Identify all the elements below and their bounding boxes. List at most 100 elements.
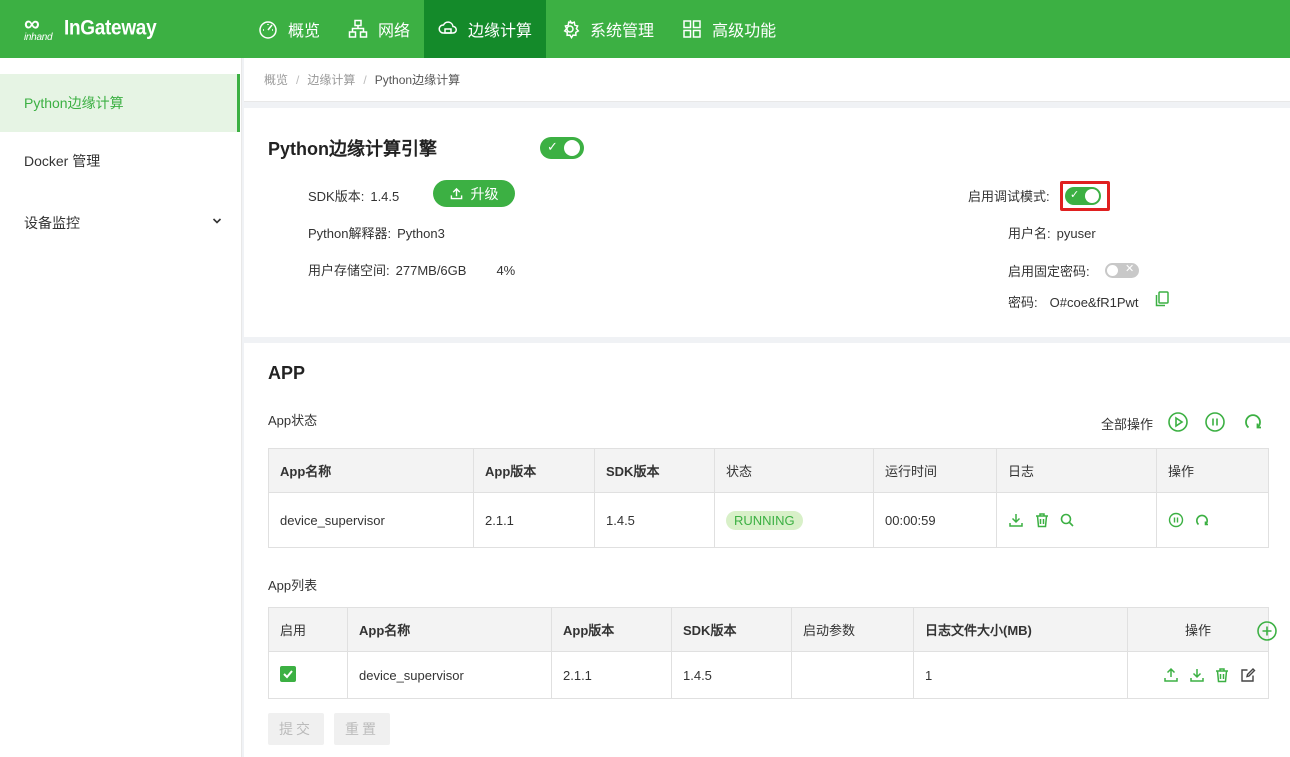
- operations-cell: [1127, 651, 1269, 699]
- restart-all-icon[interactable]: [1242, 411, 1264, 433]
- python-engine-card: Python边缘计算引擎 ✓ SDK版本: 1.4.5 升级 Python解释器:…: [244, 108, 1290, 337]
- breadcrumb-item-overview[interactable]: 概览: [264, 71, 288, 88]
- start-args-cell: [791, 651, 914, 699]
- nav-item-edge-computing[interactable]: 边缘计算: [424, 0, 547, 58]
- delete-log-icon[interactable]: [1034, 512, 1050, 528]
- col-app-version: App版本: [551, 607, 672, 652]
- col-sdk-version: SDK版本: [671, 607, 792, 652]
- sidebar-item-docker[interactable]: Docker 管理: [0, 132, 240, 190]
- col-operations: 操作: [1156, 448, 1269, 493]
- add-app-icon[interactable]: [1256, 620, 1278, 642]
- col-runtime: 运行时间: [873, 448, 997, 493]
- nav-item-overview[interactable]: 概览: [244, 0, 334, 58]
- col-app-name: App名称: [347, 607, 552, 652]
- fixed-password-toggle[interactable]: ✕: [1105, 263, 1139, 278]
- check-icon: ✓: [547, 139, 558, 154]
- col-app-version: App版本: [473, 448, 595, 493]
- gear-icon: [563, 20, 580, 39]
- storage-percent: 4%: [496, 263, 516, 278]
- inhand-logo-icon: ∞ inhand: [24, 11, 53, 44]
- runtime-cell: 00:00:59: [873, 492, 997, 548]
- debug-mode-toggle[interactable]: ✓: [1065, 187, 1101, 205]
- app-section-title: APP: [268, 363, 306, 383]
- engine-title: Python边缘计算引擎: [268, 139, 437, 159]
- nav-item-system-management[interactable]: 系统管理: [546, 0, 668, 58]
- download-app-icon[interactable]: [1189, 667, 1205, 683]
- app-status-table: App名称 App版本 SDK版本 状态 运行时间 日志 操作 device_s…: [268, 448, 1269, 548]
- operations-cell: [1156, 492, 1269, 548]
- python-interpreter: Python解释器: Python3: [308, 226, 445, 241]
- brand-name: InGateway: [64, 16, 157, 40]
- col-status: 状态: [714, 448, 874, 493]
- col-log-size: 日志文件大小(MB): [913, 607, 1128, 652]
- log-actions-cell: [996, 492, 1157, 548]
- breadcrumb: 概览 / 边缘计算 / Python边缘计算: [244, 58, 1290, 102]
- reset-button[interactable]: 重置: [334, 713, 390, 745]
- cloud-compute-icon: [438, 21, 457, 34]
- upload-icon: [450, 187, 462, 200]
- user-storage: 用户存储空间: 277MB/6GB 4%: [308, 263, 516, 278]
- all-operations-label: 全部操作: [1101, 417, 1154, 432]
- copy-icon[interactable]: [1155, 291, 1169, 307]
- pause-app-icon[interactable]: [1168, 512, 1184, 528]
- app-name-cell: device_supervisor: [268, 492, 474, 548]
- table-header-row: App名称 App版本 SDK版本 状态 运行时间 日志 操作: [268, 448, 1269, 493]
- app-status-title: App状态: [268, 413, 318, 428]
- status-badge: RUNNING: [726, 510, 803, 530]
- col-log: 日志: [996, 448, 1157, 493]
- table-row: device_supervisor 2.1.1 1.4.5 1: [268, 651, 1269, 699]
- edit-app-icon[interactable]: [1240, 667, 1256, 683]
- sidebar-item-device-monitor[interactable]: 设备监控: [0, 194, 240, 252]
- col-start-args: 启动参数: [791, 607, 914, 652]
- check-icon: ✓: [1070, 189, 1080, 201]
- app-list-title: App列表: [268, 578, 318, 593]
- breadcrumb-item-edge[interactable]: 边缘计算: [307, 71, 355, 88]
- toggle-knob: [564, 140, 580, 156]
- app-version-cell: 2.1.1: [551, 651, 672, 699]
- toggle-knob: [1107, 265, 1118, 276]
- main-nav: 概览 网络 边缘计算 系统管理 高级功能: [244, 0, 790, 58]
- app-card: APP App状态 全部操作 App名称 App版本 SDK版本 状态 运行时间…: [244, 343, 1290, 757]
- breadcrumb-item-current: Python边缘计算: [374, 73, 461, 87]
- engine-enable-toggle[interactable]: ✓: [540, 137, 584, 159]
- nav-item-network[interactable]: 网络: [334, 0, 424, 58]
- enable-checkbox[interactable]: [280, 665, 296, 682]
- sdk-version: SDK版本: 1.4.5: [308, 189, 400, 204]
- col-operations: 操作: [1127, 607, 1269, 652]
- sdk-version-cell: 1.4.5: [594, 492, 715, 548]
- delete-app-icon[interactable]: [1214, 667, 1230, 683]
- app-version-cell: 2.1.1: [473, 492, 595, 548]
- password: 密码: O#coe&fR1Pwt: [1008, 295, 1139, 310]
- col-sdk-version: SDK版本: [594, 448, 715, 493]
- download-log-icon[interactable]: [1008, 512, 1024, 528]
- fixed-password-label: 启用固定密码:: [1008, 264, 1090, 279]
- col-enable: 启用: [268, 607, 348, 652]
- sdk-version-cell: 1.4.5: [671, 651, 792, 699]
- log-size-cell: 1: [913, 651, 1128, 699]
- dashboard-icon: [259, 21, 277, 39]
- brand-logo[interactable]: ∞ inhand InGateway: [22, 11, 157, 44]
- top-navbar: ∞ inhand InGateway 概览 网络 边缘计算 系统管理 高级功能: [0, 0, 1290, 58]
- restart-app-icon[interactable]: [1194, 512, 1210, 528]
- col-app-name: App名称: [268, 448, 474, 493]
- table-row: device_supervisor 2.1.1 1.4.5 RUNNING 00…: [268, 492, 1269, 548]
- debug-mode-label: 启用调试模式:: [968, 189, 1050, 204]
- upgrade-button[interactable]: 升级: [433, 180, 515, 207]
- username: 用户名: pyuser: [1008, 226, 1096, 241]
- enable-cell: [268, 651, 348, 699]
- breadcrumb-separator: /: [296, 72, 300, 87]
- pause-all-icon[interactable]: [1204, 411, 1226, 433]
- sidebar: Python边缘计算 Docker 管理 设备监控: [0, 58, 242, 757]
- close-icon: ✕: [1125, 263, 1135, 275]
- upload-app-icon[interactable]: [1163, 667, 1179, 683]
- nav-item-advanced[interactable]: 高级功能: [668, 0, 790, 58]
- network-icon: [348, 19, 368, 38]
- toggle-knob: [1085, 189, 1099, 203]
- start-all-icon[interactable]: [1167, 411, 1189, 433]
- app-list-table: 启用 App名称 App版本 SDK版本 启动参数 日志文件大小(MB) 操作 …: [268, 607, 1269, 699]
- sidebar-item-python-edge[interactable]: Python边缘计算: [0, 74, 240, 132]
- submit-button[interactable]: 提交: [268, 713, 324, 745]
- breadcrumb-separator: /: [363, 72, 367, 87]
- chevron-down-icon: [212, 218, 222, 224]
- view-log-search-icon[interactable]: [1059, 512, 1075, 528]
